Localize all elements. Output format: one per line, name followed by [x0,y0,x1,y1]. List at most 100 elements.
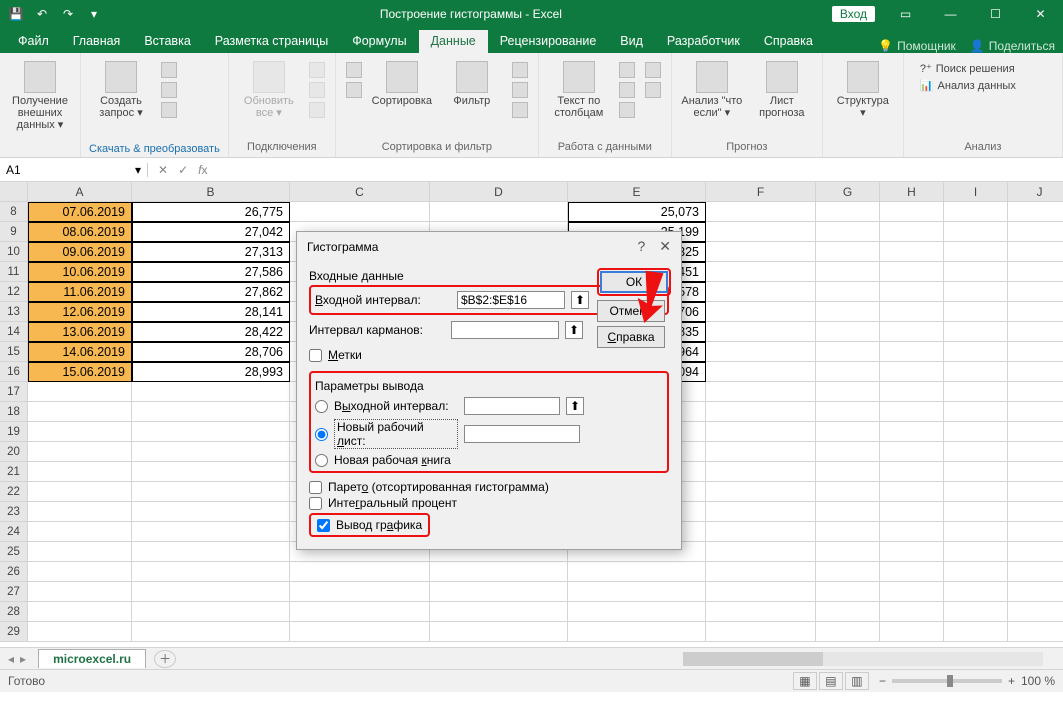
whatif-button[interactable]: Анализ "что если" ▾ [680,59,744,119]
row-header[interactable]: 22 [0,482,28,502]
tab-home[interactable]: Главная [61,30,133,53]
cell[interactable] [706,362,816,382]
column-header[interactable]: H [880,182,944,202]
cell[interactable] [944,502,1008,522]
recent-sources-button[interactable] [159,101,179,119]
cell[interactable] [816,482,880,502]
cell[interactable] [706,542,816,562]
cell[interactable] [944,542,1008,562]
cell[interactable] [132,622,290,642]
sort-desc-button[interactable] [344,81,364,99]
cell[interactable] [944,362,1008,382]
column-header[interactable]: J [1008,182,1063,202]
row-header[interactable]: 9 [0,222,28,242]
cell[interactable] [706,222,816,242]
cell[interactable]: 07.06.2019 [28,202,132,222]
external-data-button[interactable]: Получение внешних данных ▾ [8,59,72,131]
cell[interactable] [944,342,1008,362]
cell[interactable] [706,422,816,442]
cell[interactable] [1008,462,1063,482]
cell[interactable]: 11.06.2019 [28,282,132,302]
cell[interactable] [1008,502,1063,522]
tab-view[interactable]: Вид [608,30,655,53]
cell[interactable] [132,402,290,422]
view-pagelayout-button[interactable]: ▤ [819,672,843,690]
cell[interactable] [1008,202,1063,222]
cell[interactable] [1008,422,1063,442]
cell[interactable] [430,562,568,582]
close-icon[interactable]: ✕ [1018,0,1063,28]
outline-button[interactable]: Структура ▾ [831,59,895,119]
row-header[interactable]: 24 [0,522,28,542]
output-range-field[interactable] [464,397,560,415]
cell[interactable]: 27,042 [132,222,290,242]
cell[interactable] [816,522,880,542]
cell[interactable] [816,542,880,562]
cell[interactable] [816,322,880,342]
cell[interactable] [1008,262,1063,282]
chart-output-checkbox[interactable] [317,519,330,532]
row-header[interactable]: 20 [0,442,28,462]
row-header[interactable]: 18 [0,402,28,422]
cell[interactable] [706,502,816,522]
cell[interactable] [132,542,290,562]
cell[interactable] [1008,582,1063,602]
cell[interactable] [706,562,816,582]
cell[interactable] [290,602,430,622]
sort-asc-button[interactable] [344,61,364,79]
row-header[interactable]: 19 [0,422,28,442]
cell[interactable] [880,622,944,642]
cell[interactable] [880,562,944,582]
cell[interactable] [880,342,944,362]
cell[interactable] [568,602,706,622]
cell[interactable] [706,522,816,542]
cell[interactable] [880,602,944,622]
cell[interactable] [944,442,1008,462]
row-header[interactable]: 28 [0,602,28,622]
cell[interactable] [880,442,944,462]
cell[interactable]: 08.06.2019 [28,222,132,242]
cell[interactable] [706,602,816,622]
cell[interactable] [706,342,816,362]
name-box[interactable]: ▾ [0,163,148,177]
cell[interactable] [132,522,290,542]
cell[interactable] [944,382,1008,402]
new-query-button[interactable]: Создать запрос ▾ [89,59,153,119]
cell[interactable] [1008,242,1063,262]
data-analysis-button[interactable]: 📊Анализ данных [918,78,1018,93]
maximize-icon[interactable]: ☐ [973,0,1018,28]
cell[interactable] [1008,482,1063,502]
horizontal-scrollbar[interactable] [176,652,1063,666]
cell[interactable] [430,602,568,622]
cell[interactable] [132,562,290,582]
cell[interactable] [880,382,944,402]
name-box-input[interactable] [6,163,66,177]
save-icon[interactable]: 💾 [4,3,28,25]
cell[interactable] [944,302,1008,322]
cell[interactable]: 28,706 [132,342,290,362]
cell[interactable] [1008,562,1063,582]
cell[interactable] [132,382,290,402]
tellme-button[interactable]: 💡Помощник [878,39,956,53]
new-sheet-radio[interactable] [315,428,328,441]
redo-icon[interactable]: ↷ [56,3,80,25]
cell[interactable] [132,602,290,622]
cancel-formula-icon[interactable]: ✕ [158,163,168,177]
cell[interactable] [706,382,816,402]
cell[interactable] [1008,282,1063,302]
cell[interactable]: 28,141 [132,302,290,322]
select-all-corner[interactable] [0,182,28,202]
cell[interactable] [706,402,816,422]
cell[interactable] [880,402,944,422]
column-header[interactable]: C [290,182,430,202]
chevron-down-icon[interactable]: ▾ [135,163,141,177]
cell[interactable] [944,322,1008,342]
login-button[interactable]: Вход [832,6,875,22]
group-label[interactable]: Скачать & преобразовать [89,143,220,155]
cell[interactable]: 13.06.2019 [28,322,132,342]
cell[interactable] [880,242,944,262]
column-header[interactable]: I [944,182,1008,202]
cell[interactable] [816,202,880,222]
help-button[interactable]: Справка [597,326,665,348]
zoom-control[interactable]: − + 100 % [879,674,1055,688]
